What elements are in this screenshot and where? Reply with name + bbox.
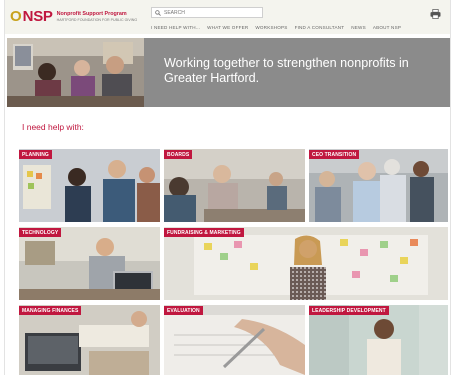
tile-leadership-development[interactable]: LEADERSHIP DEVELOPMENT [309,305,448,375]
nav-item-find-consultant[interactable]: FIND A CONSULTANT [295,25,345,30]
nav-item-about[interactable]: ABOUT NSP [373,25,401,30]
page-frame: O NSP Nonprofit Support Program HARTFORD… [4,0,451,375]
tile-label-ceo-transition: CEO TRANSITION [309,150,360,159]
site-logo[interactable]: O NSP Nonprofit Support Program HARTFORD… [10,5,137,27]
tile-ceo-transition[interactable]: CEO TRANSITION [309,149,448,222]
search-input[interactable] [161,8,259,17]
logo-mark: O [10,7,22,25]
tile-label-planning: PLANNING [19,150,52,159]
help-heading: I need help with: [22,122,84,132]
tile-label-fundraising-marketing: FUNDRAISING & MARKETING [164,228,244,237]
tile-label-evaluation: EVALUATION [164,306,203,315]
tile-boards[interactable]: BOARDS [164,149,305,222]
logo-subtitle: Nonprofit Support Program HARTFORD FOUND… [57,11,138,22]
logo-text: NSP [22,7,53,25]
tile-evaluation[interactable]: EVALUATION [164,305,305,375]
logo-title: Nonprofit Support Program [56,10,127,17]
tile-label-managing-finances: MANAGING FINANCES [19,306,82,315]
print-icon[interactable] [430,9,441,19]
tile-planning[interactable]: PLANNING [19,149,160,222]
nav-item-news[interactable]: NEWS [351,25,366,30]
hero-image [7,38,144,107]
tile-technology[interactable]: TECHNOLOGY [19,227,160,300]
logo-tagline: HARTFORD FOUNDATION FOR PUBLIC GIVING [56,17,138,22]
tile-label-boards: BOARDS [164,150,193,159]
hero-tagline: Working together to strengthen nonprofit… [164,56,409,85]
nav-item-workshops[interactable]: WORKSHOPS [255,25,287,30]
nav-item-help[interactable]: I NEED HELP WITH... [151,25,200,30]
tile-label-technology: TECHNOLOGY [19,228,62,237]
search-box[interactable] [151,7,263,18]
tile-label-leadership-development: LEADERSHIP DEVELOPMENT [309,306,389,315]
main-nav: I NEED HELP WITH... WHAT WE OFFER WORKSH… [151,25,401,30]
site-header: O NSP Nonprofit Support Program HARTFORD… [5,0,450,34]
tile-managing-finances[interactable]: MANAGING FINANCES [19,305,160,375]
hero-banner: Working together to strengthen nonprofit… [144,38,450,107]
nav-item-offer[interactable]: WHAT WE OFFER [207,25,248,30]
tile-fundraising-marketing[interactable]: FUNDRAISING & MARKETING [164,227,448,300]
